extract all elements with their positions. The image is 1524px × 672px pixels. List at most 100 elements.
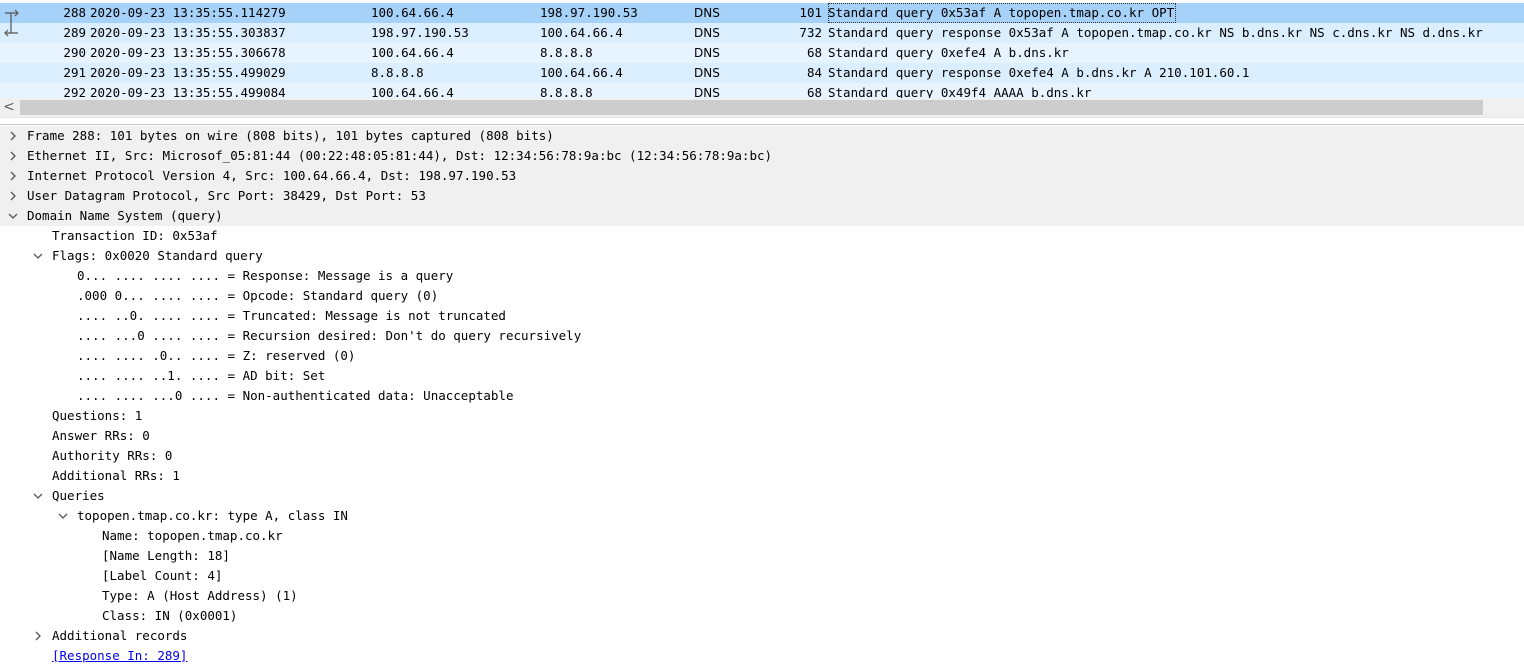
tree-item[interactable]: Flags: 0x0020 Standard query [0,246,1524,266]
chevron-right-icon[interactable] [5,166,21,186]
chevron-right-icon[interactable] [5,126,21,146]
tree-item-label: [Label Count: 4] [102,568,223,583]
tree-item[interactable]: 0... .... .... .... = Response: Message … [0,266,1524,286]
response-link[interactable]: [Response In: 289] [52,646,187,666]
tree-item[interactable]: .... .... .0.. .... = Z: reserved (0) [0,346,1524,366]
packet-row[interactable]: 291 2020-09-23 13:35:55.499029 8.8.8.8 100.… [0,63,1524,83]
tree-item[interactable]: Frame 288: 101 bytes on wire (808 bits),… [0,126,1524,146]
tree-item[interactable]: Transaction ID: 0x53af [0,226,1524,246]
chevron-left-icon[interactable]: < [0,98,18,117]
tree-item-label: .... ..0. .... .... = Truncated: Message… [77,308,506,323]
tree-item[interactable]: Questions: 1 [0,406,1524,426]
packet-length: 68 [806,45,822,60]
tree-item[interactable]: Internet Protocol Version 4, Src: 100.64… [0,166,1524,186]
packet-protocol: DNS [694,6,720,20]
chevron-right-icon[interactable] [5,146,21,166]
packet-time: 2020-09-23 13:35:55.499084 [90,85,286,98]
tree-item[interactable]: Additional RRs: 1 [0,466,1524,486]
tree-item-label: Ethernet II, Src: Microsof_05:81:44 (00:… [27,148,773,163]
tree-item[interactable]: .... .... ...0 .... = Non-authenticated … [0,386,1524,406]
tree-item-label: Authority RRs: 0 [52,448,173,463]
tree-item-label: .... ...0 .... .... = Recursion desired:… [77,328,582,343]
tree-item[interactable]: Authority RRs: 0 [0,446,1524,466]
tree-item-label: .... .... ..1. .... = AD bit: Set [77,368,326,383]
tree-item-label: User Datagram Protocol, Src Port: 38429,… [27,188,426,203]
packet-time: 2020-09-23 13:35:55.303837 [90,25,286,40]
tree-item[interactable]: Queries [0,486,1524,506]
packet-info: Standard query 0x53af A topopen.tmap.co.… [828,3,1177,23]
packet-source: 8.8.8.8 [371,65,424,80]
scrollbar-thumb[interactable] [20,100,1483,115]
chevron-right-icon[interactable] [30,626,46,646]
tree-item-label: Type: A (Host Address) (1) [102,588,298,603]
tree-item[interactable]: .... ..0. .... .... = Truncated: Message… [0,306,1524,326]
packet-detail-tree: Frame 288: 101 bytes on wire (808 bits),… [0,126,1524,672]
packet-number: 292 [63,85,86,98]
packet-destination: 100.64.66.4 [540,25,623,40]
packet-number: 288 [63,5,86,20]
packet-info: Standard query 0x49f4 AAAA b.dns.kr [828,85,1092,98]
chevron-right-icon[interactable] [5,186,21,206]
tree-item-label: Transaction ID: 0x53af [52,228,218,243]
tree-item[interactable]: Additional records [0,626,1524,646]
tree-item[interactable]: Class: IN (0x0001) [0,606,1524,626]
packet-destination: 8.8.8.8 [540,45,593,60]
packet-row[interactable]: 290 2020-09-23 13:35:55.306678 100.64.66.4… [0,43,1524,63]
tree-item-label: Additional RRs: 1 [52,468,180,483]
tree-item-label: Domain Name System (query) [27,208,223,223]
tree-item[interactable]: .000 0... .... .... = Opcode: Standard q… [0,286,1524,306]
tree-item[interactable]: [Response In: 289] [0,646,1524,666]
tree-item-label: Answer RRs: 0 [52,428,150,443]
tree-item[interactable]: Domain Name System (query) [0,206,1524,226]
packet-info: Standard query response 0xefe4 A b.dns.k… [828,65,1250,80]
packet-source: 100.64.66.4 [371,45,454,60]
tree-item[interactable]: Ethernet II, Src: Microsof_05:81:44 (00:… [0,146,1524,166]
packet-info: Standard query 0xefe4 A b.dns.kr [828,45,1069,60]
packet-row[interactable]: 289 2020-09-23 13:35:55.303837 198.97.190.… [0,23,1524,43]
tree-item[interactable]: .... .... ..1. .... = AD bit: Set [0,366,1524,386]
tree-item-label: Queries [52,488,105,503]
horizontal-scrollbar[interactable]: < [0,98,1524,117]
tree-item-label: topopen.tmap.co.kr: type A, class IN [77,508,348,523]
packet-number: 290 [63,45,86,60]
chevron-down-icon[interactable] [30,486,46,506]
chevron-down-icon[interactable] [30,246,46,266]
packet-destination: 8.8.8.8 [540,85,593,98]
tree-item-label: Internet Protocol Version 4, Src: 100.64… [27,168,517,183]
packet-protocol: DNS [694,26,720,40]
packet-source: 198.97.190.53 [371,25,469,40]
packet-protocol: DNS [694,86,720,98]
request-arrow-icon [5,9,19,23]
packet-length: 84 [806,65,822,80]
packet-row[interactable]: 292 2020-09-23 13:35:55.499084 100.64.66.4… [0,83,1524,98]
tree-item[interactable]: topopen.tmap.co.kr: type A, class IN [0,506,1524,526]
tree-item[interactable]: User Datagram Protocol, Src Port: 38429,… [0,186,1524,206]
packet-destination: 198.97.190.53 [540,5,638,20]
chevron-down-icon[interactable] [5,206,21,226]
tree-item-label: .000 0... .... .... = Opcode: Standard q… [77,288,439,303]
packet-source: 100.64.66.4 [371,85,454,98]
packet-time: 2020-09-23 13:35:55.499029 [90,65,286,80]
packet-destination: 100.64.66.4 [540,65,623,80]
packet-time: 2020-09-23 13:35:55.306678 [90,45,286,60]
tree-item-label: Questions: 1 [52,408,143,423]
packet-number: 289 [63,25,86,40]
packet-length: 68 [806,85,822,98]
tree-item[interactable]: .... ...0 .... .... = Recursion desired:… [0,326,1524,346]
tree-item[interactable]: Type: A (Host Address) (1) [0,586,1524,606]
packet-number: 291 [63,65,86,80]
packet-row[interactable]: 288 2020-09-23 13:35:55.114279 100.64.66.4… [0,3,1524,23]
tree-item-label: Class: IN (0x0001) [102,608,238,623]
pane-splitter[interactable] [0,117,1524,125]
tree-item[interactable]: Answer RRs: 0 [0,426,1524,446]
chevron-down-icon[interactable] [55,506,71,526]
packet-length: 732 [799,25,822,40]
tree-item-label: Frame 288: 101 bytes on wire (808 bits),… [27,128,554,143]
tree-item[interactable]: [Name Length: 18] [0,546,1524,566]
tree-item[interactable]: [Label Count: 4] [0,566,1524,586]
tree-item-label: 0... .... .... .... = Response: Message … [77,268,454,283]
tree-item[interactable]: Name: topopen.tmap.co.kr [0,526,1524,546]
packet-source: 100.64.66.4 [371,5,454,20]
tree-item-label: Name: topopen.tmap.co.kr [102,528,283,543]
response-arrow-icon [4,23,18,37]
